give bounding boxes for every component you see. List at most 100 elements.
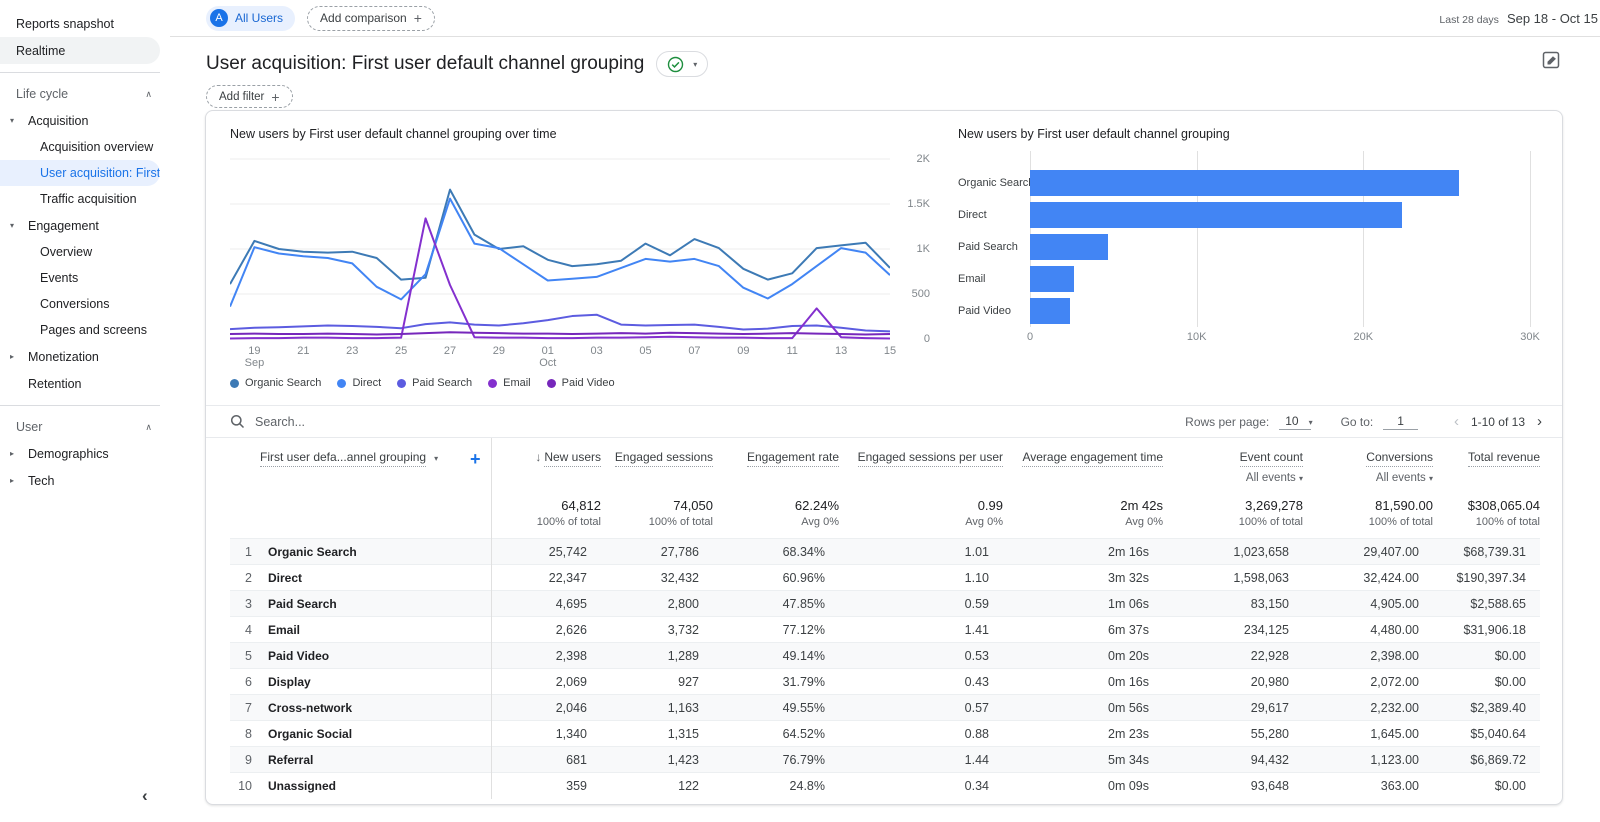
sidebar-item-acquisition[interactable]: ▾ Acquisition — [0, 107, 160, 134]
caret-down-icon: ▾ — [1308, 417, 1313, 427]
metric-cell: 3,732 — [667, 622, 699, 637]
y-axis-tick-label: 2K — [916, 153, 930, 165]
x-axis-tick-label: 15 — [883, 345, 897, 357]
column-header-label[interactable]: Engagement rate — [746, 450, 839, 467]
collapse-sidebar-button[interactable]: ‹ — [142, 786, 148, 806]
x-axis-tick-label: 25 — [394, 345, 408, 357]
search-input[interactable] — [255, 414, 555, 429]
metric-cell: $5,040.64 — [1470, 726, 1526, 741]
sidebar-item-tech[interactable]: ▸ Tech — [0, 467, 160, 494]
sidebar-item-acquisition-overview[interactable]: Acquisition overview — [0, 134, 160, 160]
sidebar-divider — [0, 405, 160, 406]
channel-cell: 1 Organic Search — [230, 538, 492, 565]
sidebar-item-traffic-acquisition[interactable]: Traffic acquisition — [0, 186, 160, 212]
metric-cell: 1,123.00 — [1370, 752, 1419, 767]
sidebar-item-conversions[interactable]: Conversions — [0, 291, 160, 317]
y-axis-tick-label: 500 — [911, 288, 930, 300]
column-header-label[interactable]: New users — [544, 450, 601, 467]
report-status-dropdown[interactable]: ▾ — [656, 51, 709, 77]
caret-expanded-icon: ▾ — [10, 221, 15, 230]
column-header-label[interactable]: Engaged sessions per user — [857, 450, 1003, 467]
sidebar-section-user[interactable]: User ∧ — [0, 414, 170, 440]
caret-down-icon: ▾ — [1298, 474, 1303, 483]
column-header-label[interactable]: Event count — [1239, 450, 1303, 467]
conversions-filter-dropdown[interactable]: All events ▾ — [1303, 472, 1433, 484]
legend-dot — [337, 378, 347, 388]
goto-page-input[interactable]: 1 — [1383, 414, 1418, 430]
legend-label: Direct — [352, 377, 382, 389]
audience-chip-all-users[interactable]: A All Users — [206, 5, 296, 31]
sidebar-item-pages-and-screens[interactable]: Pages and screens — [0, 317, 160, 343]
metric-cell: 4,695 — [555, 596, 587, 611]
chart-legend: Organic Search Direct Paid Search Email … — [230, 377, 930, 389]
sidebar-item-reports-snapshot[interactable]: Reports snapshot — [0, 10, 160, 37]
bar-category-label: Email — [958, 273, 986, 285]
bar-row — [1030, 199, 1530, 231]
x-axis-tick-label: 27 — [443, 345, 457, 357]
totals-cell: 64,812 100% of total — [491, 484, 601, 539]
totals-dimension-cell — [230, 484, 492, 539]
metric-cell: 49.14% — [782, 648, 825, 663]
line-chart-section: New users by First user default channel … — [230, 127, 930, 405]
sidebar-item-monetization[interactable]: ▸ Monetization — [0, 343, 160, 370]
metric-cell: 0m 56s — [1108, 700, 1149, 715]
total-subtext: 100% of total — [648, 516, 713, 528]
legend-dot — [230, 378, 239, 388]
column-header-engaged-sessions-per-user: Engaged sessions per user — [839, 438, 1003, 484]
sidebar-item-demographics[interactable]: ▸ Demographics — [0, 440, 160, 467]
sidebar-item-engagement[interactable]: ▾ Engagement — [0, 212, 160, 239]
column-header-label[interactable]: Total revenue — [1467, 450, 1540, 467]
sidebar-section-life-cycle[interactable]: Life cycle ∧ — [0, 81, 170, 107]
metric-cell: 1.44 — [964, 752, 989, 767]
column-header-label[interactable]: Engaged sessions — [614, 450, 713, 467]
customize-report-button[interactable] — [1541, 50, 1562, 74]
table-body: 1 Organic Search 25,742 27,786 68.34% 1.0… — [230, 538, 1540, 799]
total-subtext: Avg 0% — [801, 516, 839, 528]
total-value: 62.24% — [794, 498, 839, 513]
caret-collapsed-icon: ▸ — [10, 352, 15, 361]
bar-category-label: Organic Search — [958, 177, 1035, 189]
table-row: 6 Display 2,069 927 31.79% 0.43 0m 16s 20… — [230, 668, 1540, 695]
channel-cell: 7 Cross-network — [230, 694, 492, 721]
column-header-event-count: Event count All events ▾ — [1163, 438, 1303, 484]
totals-cell: 3,269,278 100% of total — [1163, 484, 1303, 539]
dimension-dropdown[interactable]: First user defa...annel grouping — [260, 450, 427, 467]
total-value: 64,812 — [561, 498, 601, 513]
metric-cell: 49.55% — [782, 700, 825, 715]
bar — [1030, 202, 1403, 228]
caret-down-icon: ▾ — [434, 454, 439, 463]
metric-cell: 1,289 — [667, 648, 699, 663]
metric-cell: $0.00 — [1494, 648, 1526, 663]
add-filter-button[interactable]: Add filter + — [206, 85, 293, 108]
sidebar-item-realtime[interactable]: Realtime — [0, 37, 160, 64]
total-subtext: Avg 0% — [965, 516, 1003, 528]
sidebar-item-engagement-overview[interactable]: Overview — [0, 239, 160, 265]
channel-name: Organic Social — [268, 726, 353, 741]
sidebar-item-events[interactable]: Events — [0, 265, 160, 291]
x-axis-tick-label: 05 — [639, 345, 652, 357]
metric-cell: $190,397.34 — [1456, 570, 1526, 585]
rows-per-page-select[interactable]: 10 ▾ — [1279, 414, 1313, 430]
x-axis-tick-label: 21 — [297, 345, 310, 357]
total-value: 81,590.00 — [1375, 498, 1433, 513]
next-page-button[interactable]: › — [1531, 413, 1548, 430]
metric-cell: 359 — [566, 778, 587, 793]
date-range-selector[interactable]: Last 28 days Sep 18 - Oct 15 — [1439, 11, 1598, 26]
prev-page-button[interactable]: ‹ — [1448, 413, 1465, 430]
event-count-filter-dropdown[interactable]: All events ▾ — [1163, 472, 1303, 484]
line-chart-plot: 2K 1.5K 1K 500 0 19 Sep 21 23 25 27 29 01 Oct 03 05 07 09… — [230, 153, 930, 369]
add-dimension-button[interactable]: + — [470, 450, 481, 468]
metric-cell: 234,125 — [1243, 622, 1289, 637]
add-comparison-button[interactable]: Add comparison + — [307, 5, 435, 31]
metric-cell: 1m 06s — [1108, 596, 1149, 611]
metric-cell: 76.79% — [782, 752, 825, 767]
table-totals-row: 64,812 100% of total 74,050 100% of total … — [230, 484, 1540, 539]
sidebar-item-retention[interactable]: Retention — [0, 370, 160, 397]
channel-cell: 3 Paid Search — [230, 590, 492, 617]
x-axis-tick-label: 30K — [1520, 331, 1540, 343]
channel-cell: 2 Direct — [230, 564, 492, 591]
sidebar-item-user-acquisition[interactable]: User acquisition: First user ... — [0, 160, 160, 186]
column-header-label[interactable]: Conversions — [1366, 450, 1433, 467]
metric-cell: 2,072.00 — [1370, 674, 1419, 689]
column-header-label[interactable]: Average engagement time — [1022, 450, 1163, 467]
